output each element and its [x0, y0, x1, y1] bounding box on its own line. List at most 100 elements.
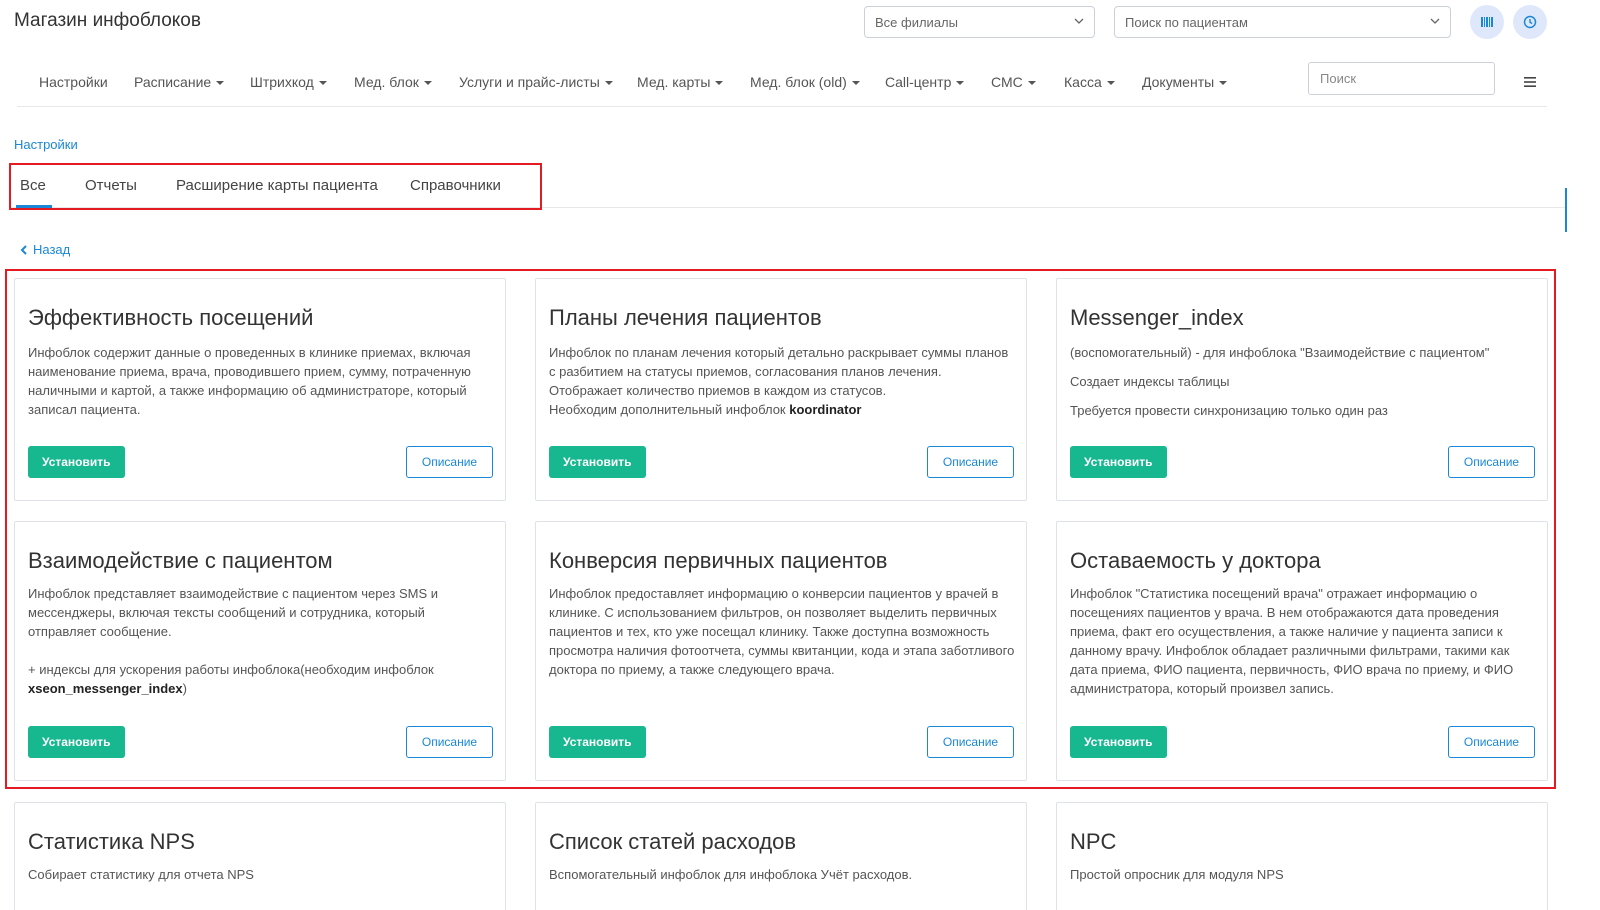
card-text: Требуется провести синхронизацию только …: [1070, 403, 1388, 418]
app-title: Магазин инфоблоков: [14, 10, 201, 31]
infoblock-card: Конверсия первичных пациентов Инфоблок п…: [535, 521, 1027, 781]
card-title: NPC: [1070, 829, 1117, 854]
card-title: Messenger_index: [1070, 305, 1244, 330]
main-navigation: Настройки Расписание Штрихкод Мед. блок …: [17, 62, 1547, 107]
infoblock-card: Оставаемость у доктора Инфоблок "Статист…: [1056, 521, 1548, 781]
card-text: Собирает статистику для отчета NPS: [28, 867, 254, 882]
card-text: Инфоблок предоставляет информацию о конв…: [549, 586, 1015, 677]
breadcrumb[interactable]: Настройки: [14, 137, 78, 152]
tabs-highlight-outline: [9, 163, 542, 210]
caret-down-icon: [423, 81, 432, 86]
nav-item-med-block[interactable]: Мед. блок: [354, 74, 432, 90]
infoblock-card: Эффективность посещений Инфоблок содержи…: [14, 278, 506, 501]
nav-item-services[interactable]: Услуги и прайс-листы: [459, 74, 613, 90]
nav-item-med-cards[interactable]: Мед. карты: [637, 74, 724, 90]
caret-down-icon: [318, 81, 327, 86]
description-button[interactable]: Описание: [406, 446, 493, 478]
install-button[interactable]: Установить: [28, 726, 125, 758]
card-title: Статистика NPS: [28, 829, 195, 854]
description-button[interactable]: Описание: [1448, 726, 1535, 758]
chevron-left-icon: [20, 244, 27, 255]
card-text: Простой опросник для модуля NPS: [1070, 867, 1284, 882]
card-text: Инфоблок по планам лечения который детал…: [549, 345, 1009, 398]
card-description: Собирает статистику для отчета NPS: [28, 865, 494, 894]
nav-item-label: Услуги и прайс-листы: [459, 74, 600, 90]
nav-item-schedule[interactable]: Расписание: [134, 74, 225, 90]
nav-item-label: Call-центр: [885, 74, 952, 90]
patient-search-select[interactable]: Поиск по пациентам: [1114, 6, 1451, 38]
nav-item-barcode[interactable]: Штрихкод: [250, 74, 327, 90]
nav-item-sms[interactable]: СМС: [991, 74, 1036, 90]
nav-item-label: Документы: [1142, 74, 1215, 90]
nav-item-call-center[interactable]: Call-центр: [885, 74, 965, 90]
caret-down-icon: [851, 81, 860, 86]
description-button[interactable]: Описание: [927, 726, 1014, 758]
card-title: Эффективность посещений: [28, 305, 314, 330]
card-title: Список статей расходов: [549, 829, 797, 854]
install-button[interactable]: Установить: [549, 446, 646, 478]
infoblock-card: Статистика NPS Собирает статистику для о…: [14, 802, 506, 910]
install-button[interactable]: Установить: [1070, 726, 1167, 758]
clock-button[interactable]: [1513, 5, 1547, 39]
card-description: Вспомогательный инфоблок для инфоблока У…: [549, 865, 1015, 894]
description-button[interactable]: Описание: [406, 726, 493, 758]
branch-select[interactable]: Все филиалы: [864, 6, 1095, 38]
chevron-down-icon: [1430, 18, 1440, 24]
nav-item-settings[interactable]: Настройки: [39, 74, 108, 90]
card-description: Простой опросник для модуля NPS: [1070, 865, 1536, 894]
card-text: Инфоблок содержит данные о проведенных в…: [28, 345, 471, 417]
install-button[interactable]: Установить: [1070, 446, 1167, 478]
nav-search-input[interactable]: [1308, 62, 1495, 95]
nav-item-documents[interactable]: Документы: [1142, 74, 1228, 90]
card-note: + индексы для ускорения работы инфоблока…: [28, 662, 434, 677]
description-button[interactable]: Описание: [1448, 446, 1535, 478]
nav-item-cash[interactable]: Касса: [1064, 74, 1115, 90]
card-title: Конверсия первичных пациентов: [549, 548, 888, 573]
nav-item-label: Касса: [1064, 74, 1102, 90]
caret-down-icon: [1106, 81, 1115, 86]
card-title: Взаимодействие с пациентом: [28, 548, 333, 573]
card-description: Инфоблок по планам лечения который детал…: [549, 343, 1015, 429]
caret-down-icon: [216, 81, 225, 86]
nav-item-label: Расписание: [134, 74, 212, 90]
scroll-indicator[interactable]: [1565, 188, 1567, 232]
barcode-button[interactable]: [1470, 5, 1504, 39]
card-description: Инфоблок содержит данные о проведенных в…: [28, 343, 494, 429]
install-button[interactable]: Установить: [549, 726, 646, 758]
infoblock-card: NPC Простой опросник для модуля NPS: [1056, 802, 1548, 910]
nav-item-label: Мед. карты: [637, 74, 711, 90]
nav-item-label: Настройки: [39, 74, 108, 90]
description-button[interactable]: Описание: [927, 446, 1014, 478]
caret-down-icon: [956, 81, 965, 86]
card-text: (воспомогательный) - для инфоблока "Взаи…: [1070, 345, 1490, 360]
infoblock-card: Взаимодействие с пациентом Инфоблок пред…: [14, 521, 506, 781]
card-description: Инфоблок представляет взаимодействие с п…: [28, 584, 494, 708]
card-text: Создает индексы таблицы: [1070, 374, 1230, 389]
nav-item-med-block-old[interactable]: Мед. блок (old): [750, 74, 860, 90]
caret-down-icon: [604, 81, 613, 86]
card-note: Необходим дополнительный инфоблок: [549, 402, 790, 417]
infoblock-card: Планы лечения пациентов Инфоблок по план…: [535, 278, 1027, 501]
card-description: Инфоблок предоставляет информацию о конв…: [549, 584, 1015, 689]
nav-item-label: Мед. блок (old): [750, 74, 847, 90]
install-button[interactable]: Установить: [28, 446, 125, 478]
infoblock-card: Messenger_index (воспомогательный) - для…: [1056, 278, 1548, 501]
caret-down-icon: [1219, 81, 1228, 86]
card-description: (воспомогательный) - для инфоблока "Взаи…: [1070, 343, 1536, 430]
card-note-suffix: ): [182, 681, 187, 696]
nav-item-label: Мед. блок: [354, 74, 419, 90]
caret-down-icon: [1027, 81, 1036, 86]
patient-search-placeholder: Поиск по пациентам: [1125, 14, 1248, 30]
required-infoblock-name: koordinator: [789, 402, 862, 417]
nav-item-label: Штрихкод: [250, 74, 314, 90]
back-link-label: Назад: [33, 242, 71, 257]
card-text: Вспомогательный инфоблок для инфоблока У…: [549, 867, 913, 882]
nav-item-label: СМС: [991, 74, 1023, 90]
card-title: Оставаемость у доктора: [1070, 548, 1321, 573]
caret-down-icon: [715, 81, 724, 86]
back-link[interactable]: Назад: [20, 242, 70, 257]
required-infoblock-name: xseon_messenger_index: [28, 681, 183, 696]
branch-select-value: Все филиалы: [875, 14, 958, 30]
hamburger-icon[interactable]: [1524, 76, 1536, 88]
card-text: Инфоблок представляет взаимодействие с п…: [28, 586, 439, 639]
